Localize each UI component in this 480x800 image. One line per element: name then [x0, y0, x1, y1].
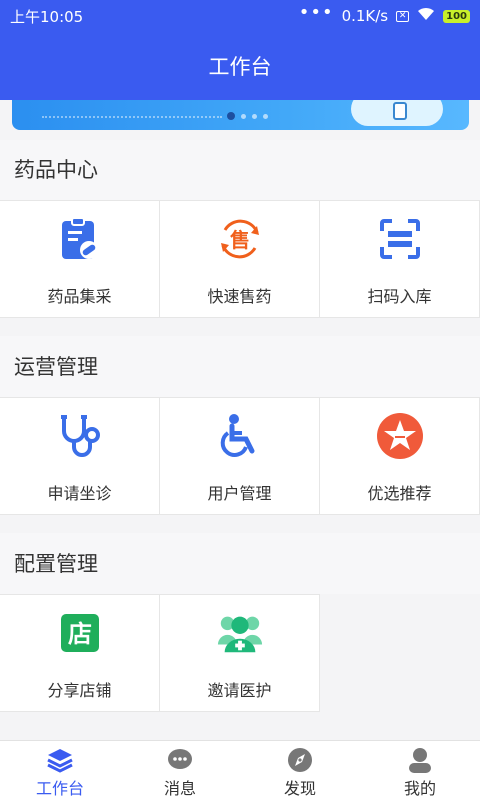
clipboard-medicine-icon — [56, 215, 104, 263]
page-header: 工作台 — [0, 32, 480, 100]
sell-circle-icon: 售 — [216, 215, 264, 263]
status-indicators: ••• 0.1K/s ✕ 100 — [298, 2, 470, 25]
banner-illustration-detail — [393, 102, 407, 120]
tab-label: 工作台 — [35, 779, 84, 798]
chat-bubble-icon — [166, 747, 194, 773]
drug-center-grid: 药品集采 售 快速售药 扫码入库 — [0, 200, 480, 318]
sim-x-icon: ✕ — [396, 10, 410, 22]
banner-dot[interactable] — [263, 113, 268, 119]
tab-mine[interactable]: 我的 — [360, 741, 480, 800]
banner-dot[interactable] — [252, 113, 257, 119]
compass-icon — [286, 747, 314, 773]
grid-item-label: 扫码入库 — [367, 287, 432, 306]
tab-label: 消息 — [163, 779, 196, 798]
bottom-tab-bar: 工作台 消息 发现 我的 — [0, 740, 480, 800]
wifi-icon — [417, 7, 435, 25]
grid-item-label: 药品集采 — [47, 287, 112, 306]
grid-item-label: 分享店铺 — [47, 681, 112, 700]
grid-item-label: 用户管理 — [207, 484, 272, 503]
more-dots-icon: ••• — [298, 2, 334, 23]
grid-empty-cell — [320, 594, 480, 712]
grid-item-quick-sell[interactable]: 售 快速售药 — [160, 201, 320, 317]
config-grid: 店 分享店铺 邀请医护 — [0, 594, 480, 712]
section-title-operations: 运营管理 — [14, 355, 98, 379]
svg-text:店: 店 — [68, 620, 92, 648]
grid-item-invite-medical[interactable]: 邀请医护 — [160, 594, 320, 712]
grid-item-label: 邀请医护 — [207, 681, 272, 700]
grid-item-label: 申请坐诊 — [47, 484, 112, 503]
grid-item-share-store[interactable]: 店 分享店铺 — [0, 594, 160, 712]
grid-item-drug-purchase[interactable]: 药品集采 — [0, 201, 160, 317]
grid-item-label: 快速售药 — [207, 287, 272, 306]
tab-label: 我的 — [403, 779, 436, 798]
store-icon: 店 — [56, 609, 104, 657]
banner-dot[interactable] — [227, 112, 235, 120]
network-speed: 0.1K/s — [341, 7, 389, 25]
banner-carousel[interactable] — [12, 100, 469, 130]
scan-icon — [376, 215, 424, 263]
tab-workbench[interactable]: 工作台 — [0, 741, 120, 800]
tab-discover[interactable]: 发现 — [240, 741, 360, 800]
status-time: 上午10:05 — [10, 7, 84, 26]
grid-item-user-management[interactable]: 用户管理 — [160, 398, 320, 514]
banner-indicator — [227, 112, 268, 120]
user-icon — [406, 747, 434, 773]
wheelchair-icon — [216, 412, 264, 460]
battery-icon: 100 — [443, 9, 470, 23]
layers-icon — [46, 747, 74, 773]
page-title: 工作台 — [208, 55, 272, 79]
section-title-config: 配置管理 — [14, 552, 98, 576]
status-bar: 上午10:05 ••• 0.1K/s ✕ 100 — [0, 0, 480, 32]
grid-item-label: 优选推荐 — [367, 484, 432, 503]
banner-decoration — [42, 116, 222, 118]
tab-label: 发现 — [283, 779, 316, 798]
grid-item-apply-consult[interactable]: 申请坐诊 — [0, 398, 160, 514]
grid-item-recommend[interactable]: 优选推荐 — [320, 398, 480, 514]
svg-text:售: 售 — [230, 228, 250, 252]
banner-dot[interactable] — [241, 113, 246, 119]
banner-area — [0, 100, 480, 140]
star-badge-icon — [376, 412, 424, 460]
invite-medical-icon — [216, 609, 264, 657]
operations-grid: 申请坐诊 用户管理 优选推荐 — [0, 397, 480, 515]
tab-messages[interactable]: 消息 — [120, 741, 240, 800]
stethoscope-icon — [56, 412, 104, 460]
grid-item-scan-stock[interactable]: 扫码入库 — [320, 201, 480, 317]
section-title-drug-center: 药品中心 — [14, 158, 98, 182]
